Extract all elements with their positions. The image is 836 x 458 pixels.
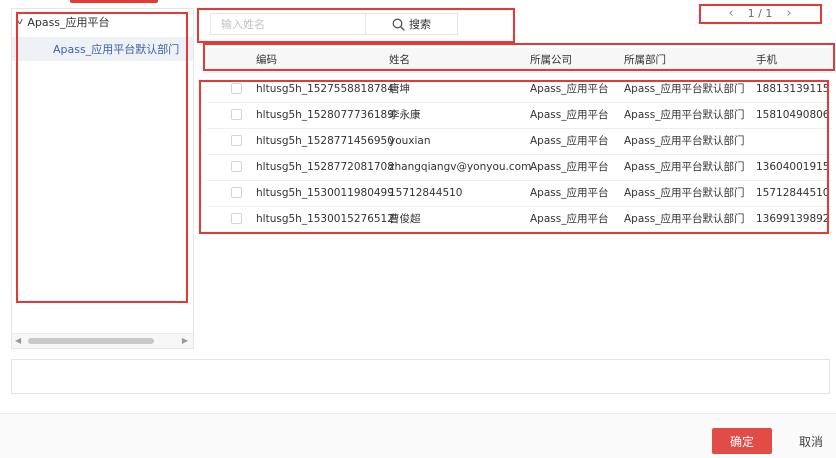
- tree-root-label: Apass_应用平台: [27, 16, 110, 29]
- confirm-button[interactable]: 确定: [712, 428, 772, 454]
- cell-company: Apass_应用平台: [530, 213, 609, 225]
- row-checkbox[interactable]: [231, 83, 242, 94]
- row-checkbox[interactable]: [231, 135, 242, 146]
- column-header-name[interactable]: 姓名: [389, 48, 410, 72]
- cell-dept: Apass_应用平台默认部门: [624, 187, 745, 199]
- cell-name: youxian: [389, 135, 431, 147]
- cancel-button[interactable]: 取消: [786, 428, 836, 454]
- search-button-label: 搜索: [409, 18, 431, 31]
- cell-code: hltusg5h_1528772081708: [256, 161, 394, 173]
- cell-dept: Apass_应用平台默认部门: [624, 135, 745, 147]
- search-button[interactable]: 搜索: [365, 13, 458, 35]
- top-accent-strip: [70, 0, 158, 3]
- cell-phone: 18813139115: [756, 83, 830, 95]
- cell-name: 曹俊超: [389, 213, 421, 225]
- page-indicator: 1 / 1: [747, 6, 773, 20]
- tree-node-default-dept[interactable]: Apass_应用平台默认部门: [12, 37, 193, 61]
- column-header-phone[interactable]: 手机: [756, 48, 777, 72]
- row-checkbox[interactable]: [231, 161, 242, 172]
- cell-code: hltusg5h_1530015276512: [256, 213, 394, 225]
- tree-child-label: Apass_应用平台默认部门: [53, 43, 180, 56]
- footer: [0, 414, 836, 458]
- scrollbar-thumb[interactable]: [28, 338, 154, 344]
- user-picker-dialog: v Apass_应用平台 Apass_应用平台默认部门 ◀ ▶ 搜索 ‹ 1 /…: [0, 0, 836, 458]
- cell-phone: 15810490806: [756, 109, 830, 121]
- row-checkbox[interactable]: [231, 109, 242, 120]
- cell-company: Apass_应用平台: [530, 187, 609, 199]
- tree-horizontal-scrollbar[interactable]: ◀ ▶: [12, 333, 193, 348]
- next-page-button[interactable]: ›: [786, 6, 791, 21]
- search-input[interactable]: [210, 13, 365, 35]
- column-header-dept[interactable]: 所属部门: [624, 48, 666, 72]
- column-header-code[interactable]: 编码: [256, 48, 277, 72]
- table-body: hltusg5h_1527558818784 唐坤 Apass_应用平台 Apa…: [207, 77, 832, 233]
- selected-users-area[interactable]: [11, 359, 830, 394]
- row-checkbox[interactable]: [231, 187, 242, 198]
- cell-code: hltusg5h_1530011980499: [256, 187, 394, 199]
- table-header: 编码 姓名 所属公司 所属部门 手机: [207, 48, 832, 73]
- cell-name: 唐坤: [389, 83, 410, 95]
- cell-name: zhangqiangv@yonyou.com: [389, 161, 532, 173]
- chevron-down-icon[interactable]: v: [16, 17, 23, 27]
- tree-node-root[interactable]: v Apass_应用平台: [16, 14, 110, 30]
- cell-phone: 15712844510: [756, 187, 830, 199]
- table-row[interactable]: hltusg5h_1528077736189 李永康 Apass_应用平台 Ap…: [207, 103, 832, 129]
- cell-name: 李永康: [389, 109, 421, 121]
- pagination: ‹ 1 / 1 ›: [700, 4, 820, 22]
- cell-company: Apass_应用平台: [530, 109, 609, 121]
- cell-code: hltusg5h_1527558818784: [256, 83, 394, 95]
- table-row[interactable]: hltusg5h_1527558818784 唐坤 Apass_应用平台 Apa…: [207, 77, 832, 103]
- cell-company: Apass_应用平台: [530, 161, 609, 173]
- cell-company: Apass_应用平台: [530, 83, 609, 95]
- cell-phone: 13699139892: [756, 213, 830, 225]
- cell-phone: 13604001915: [756, 161, 830, 173]
- prev-page-button[interactable]: ‹: [728, 6, 733, 21]
- search-icon: [392, 18, 405, 31]
- scroll-right-icon[interactable]: ▶: [182, 336, 188, 345]
- cell-code: hltusg5h_1528771456950: [256, 135, 394, 147]
- cell-dept: Apass_应用平台默认部门: [624, 83, 745, 95]
- column-header-company[interactable]: 所属公司: [530, 48, 572, 72]
- org-tree-panel: v Apass_应用平台 Apass_应用平台默认部门 ◀ ▶: [11, 8, 194, 349]
- table-row[interactable]: hltusg5h_1530011980499 15712844510 Apass…: [207, 181, 832, 207]
- cell-name: 15712844510: [389, 187, 463, 199]
- cell-dept: Apass_应用平台默认部门: [624, 213, 745, 225]
- table-row[interactable]: hltusg5h_1528771456950 youxian Apass_应用平…: [207, 129, 832, 155]
- table-row[interactable]: hltusg5h_1530015276512 曹俊超 Apass_应用平台 Ap…: [207, 207, 832, 233]
- cell-dept: Apass_应用平台默认部门: [624, 109, 745, 121]
- cell-company: Apass_应用平台: [530, 135, 609, 147]
- scroll-left-icon[interactable]: ◀: [15, 336, 21, 345]
- cell-code: hltusg5h_1528077736189: [256, 109, 394, 121]
- row-checkbox[interactable]: [231, 213, 242, 224]
- cell-dept: Apass_应用平台默认部门: [624, 161, 745, 173]
- table-row[interactable]: hltusg5h_1528772081708 zhangqiangv@yonyo…: [207, 155, 832, 181]
